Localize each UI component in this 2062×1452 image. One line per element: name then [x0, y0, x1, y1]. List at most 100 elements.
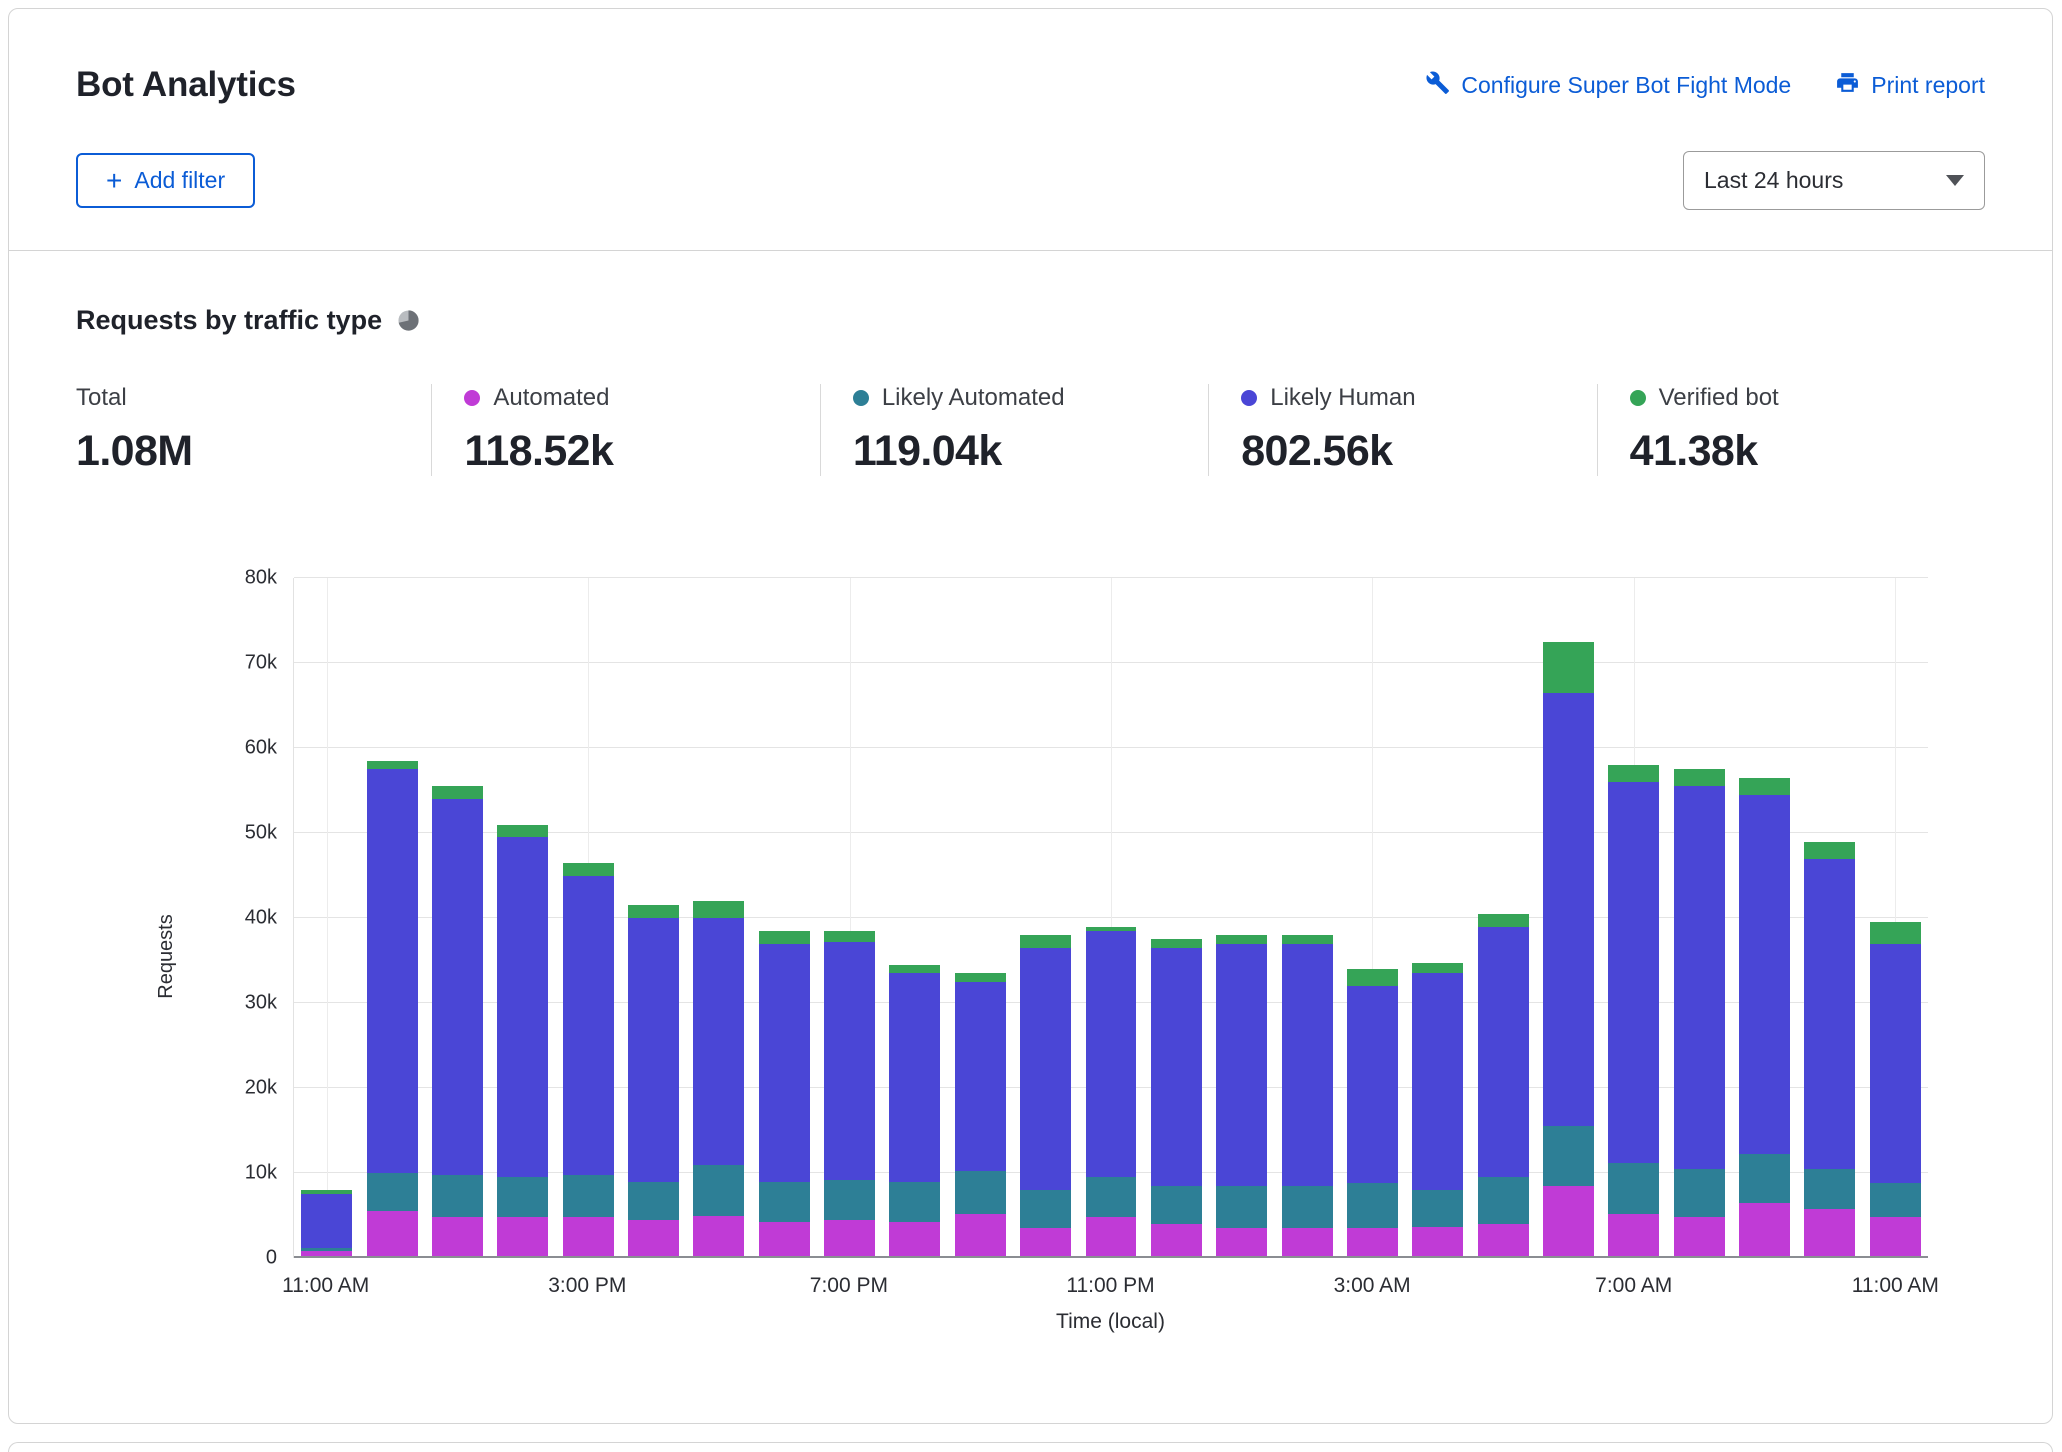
bar-segment-likely-automated — [497, 1177, 548, 1217]
bar-segment-likely-human — [367, 769, 418, 1173]
bar-segment-verified-bot — [1282, 935, 1333, 944]
bar-segment-likely-human — [497, 837, 548, 1177]
add-filter-button[interactable]: + Add filter — [76, 153, 255, 208]
bar-segment-automated — [1870, 1217, 1921, 1258]
chart-bar[interactable] — [1543, 578, 1594, 1258]
chart-bar[interactable] — [1608, 578, 1659, 1258]
bar-segment-automated — [563, 1217, 614, 1258]
stat-likely-automated: Likely Automated 119.04k — [820, 384, 1208, 476]
x-axis-line — [294, 1256, 1928, 1258]
bar-segment-automated — [497, 1217, 548, 1258]
chart-bar[interactable] — [1804, 578, 1855, 1258]
requests-chart: Requests 010k20k30k40k50k60k70k80k 11:00… — [76, 578, 1985, 1334]
bar-slot — [1667, 578, 1732, 1258]
chart-bar[interactable] — [1412, 578, 1463, 1258]
x-axis-tick: 3:00 AM — [1334, 1274, 1411, 1298]
bar-segment-likely-human — [759, 944, 810, 1182]
bar-segment-likely-automated — [1347, 1183, 1398, 1228]
bar-segment-verified-bot — [1804, 842, 1855, 859]
bar-segment-verified-bot — [1216, 935, 1267, 944]
bar-segment-likely-automated — [1086, 1177, 1137, 1217]
chart-bar[interactable] — [1282, 578, 1333, 1258]
bar-segment-likely-automated — [759, 1182, 810, 1223]
stat-verified-bot: Verified bot 41.38k — [1597, 384, 1985, 476]
bar-segment-verified-bot — [1674, 769, 1725, 786]
configure-super-bot-fight-mode-link[interactable]: Configure Super Bot Fight Mode — [1425, 70, 1791, 101]
chart-bar[interactable] — [1739, 578, 1790, 1258]
bar-segment-automated — [1020, 1228, 1071, 1258]
y-axis-title: Requests — [143, 578, 189, 1334]
bar-segment-automated — [1739, 1203, 1790, 1258]
bar-segment-automated — [1804, 1209, 1855, 1258]
bar-segment-likely-automated — [955, 1171, 1006, 1214]
bar-segment-automated — [889, 1222, 940, 1258]
chevron-down-icon — [1946, 175, 1964, 186]
chart-bar[interactable] — [1216, 578, 1267, 1258]
bar-segment-verified-bot — [1347, 969, 1398, 986]
bar-segment-likely-human — [1151, 948, 1202, 1186]
stat-total-label: Total — [76, 384, 127, 412]
x-axis-tick: 7:00 PM — [810, 1274, 888, 1298]
bars — [294, 578, 1928, 1258]
bar-segment-verified-bot — [1412, 963, 1463, 973]
x-axis-tick: 11:00 AM — [282, 1274, 369, 1298]
chart-bar[interactable] — [955, 578, 1006, 1258]
bar-segment-automated — [1412, 1227, 1463, 1258]
chart-bar[interactable] — [759, 578, 810, 1258]
bar-segment-likely-automated — [693, 1165, 744, 1216]
bar-segment-verified-bot — [1870, 922, 1921, 943]
configure-link-label: Configure Super Bot Fight Mode — [1461, 72, 1791, 99]
chart-bar[interactable] — [367, 578, 418, 1258]
bar-slot — [555, 578, 620, 1258]
stat-likely-human-label: Likely Human — [1270, 384, 1415, 412]
bar-slot — [686, 578, 751, 1258]
chart-bar[interactable] — [824, 578, 875, 1258]
bar-segment-likely-automated — [1216, 1186, 1267, 1229]
bar-segment-verified-bot — [367, 761, 418, 770]
chart-bar[interactable] — [1674, 578, 1725, 1258]
chart-bar[interactable] — [563, 578, 614, 1258]
bar-slot — [359, 578, 424, 1258]
bar-segment-likely-automated — [1020, 1190, 1071, 1228]
chart-bar[interactable] — [1870, 578, 1921, 1258]
bar-segment-likely-human — [1020, 948, 1071, 1190]
x-axis-tick: 3:00 PM — [548, 1274, 626, 1298]
chart-bar[interactable] — [693, 578, 744, 1258]
bar-segment-automated — [1543, 1186, 1594, 1258]
section-title: Requests by traffic type — [76, 305, 382, 336]
bar-segment-automated — [628, 1220, 679, 1258]
bar-segment-likely-automated — [1739, 1154, 1790, 1202]
bar-segment-automated — [1608, 1214, 1659, 1258]
chart-bar[interactable] — [1086, 578, 1137, 1258]
bar-segment-automated — [367, 1211, 418, 1258]
y-axis-tick: 40k — [245, 907, 277, 930]
pie-chart-icon[interactable] — [397, 309, 420, 332]
bar-segment-likely-human — [1282, 944, 1333, 1186]
chart-bar[interactable] — [1347, 578, 1398, 1258]
chart-bar[interactable] — [1478, 578, 1529, 1258]
bar-slot — [1601, 578, 1666, 1258]
bar-segment-automated — [1216, 1228, 1267, 1258]
bar-segment-verified-bot — [563, 863, 614, 876]
chart-bar[interactable] — [301, 578, 352, 1258]
chart-bar[interactable] — [628, 578, 679, 1258]
bar-slot — [1405, 578, 1470, 1258]
chart-bar[interactable] — [432, 578, 483, 1258]
bar-segment-likely-human — [563, 876, 614, 1175]
chart-bar[interactable] — [497, 578, 548, 1258]
bar-segment-likely-human — [693, 918, 744, 1165]
bar-segment-verified-bot — [1739, 778, 1790, 795]
chart-bar[interactable] — [889, 578, 940, 1258]
likely-automated-dot — [853, 390, 869, 406]
stat-likely-automated-label: Likely Automated — [882, 384, 1065, 412]
bar-segment-likely-automated — [1151, 1186, 1202, 1224]
time-range-select[interactable]: Last 24 hours — [1683, 151, 1985, 210]
chart-bar[interactable] — [1020, 578, 1071, 1258]
bar-slot — [948, 578, 1013, 1258]
bar-segment-likely-automated — [1478, 1177, 1529, 1224]
chart-bar[interactable] — [1151, 578, 1202, 1258]
bar-segment-verified-bot — [497, 825, 548, 838]
bar-slot — [490, 578, 555, 1258]
print-report-link[interactable]: Print report — [1835, 70, 1985, 101]
bar-segment-likely-automated — [889, 1182, 940, 1223]
